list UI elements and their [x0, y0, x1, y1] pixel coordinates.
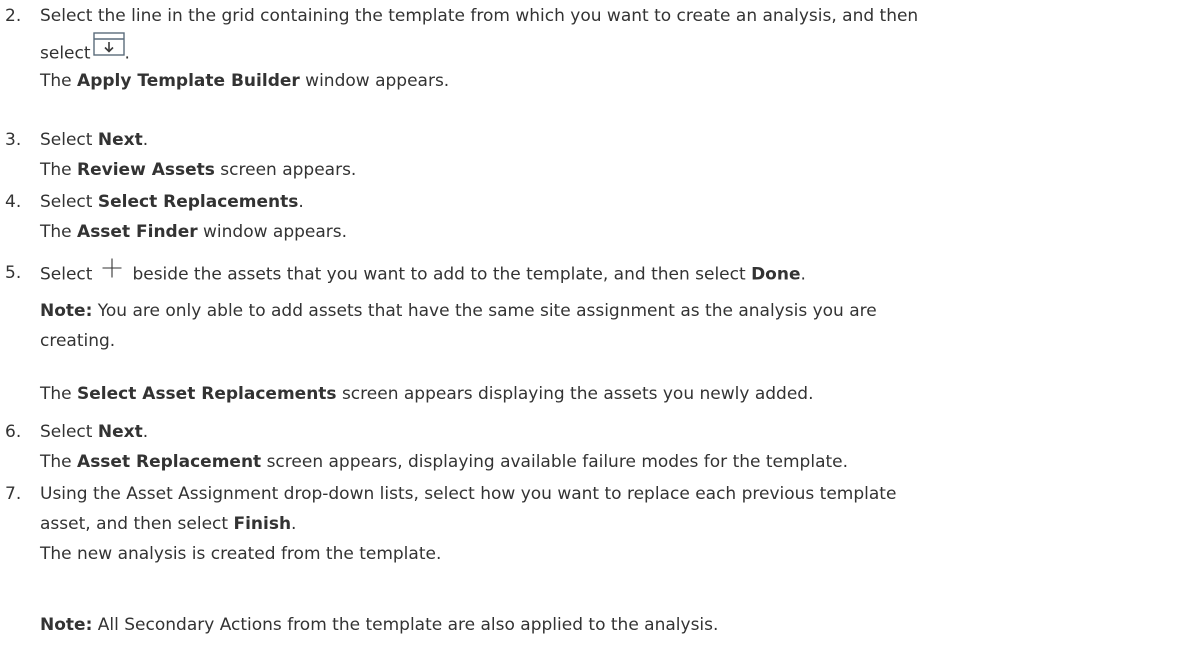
step-text: select	[40, 43, 91, 64]
step-text: Select	[40, 422, 98, 442]
note-label: Note:	[40, 615, 93, 635]
result-text: screen appears, displaying available fai…	[261, 452, 849, 472]
step-instruction: Select the line in the grid containing t…	[40, 6, 919, 26]
step-result: The Review Assets screen appears.	[40, 158, 1180, 182]
step-text: .	[291, 514, 297, 534]
note-line: Note: All Secondary Actions from the tem…	[40, 613, 1180, 637]
note-label: Note:	[40, 301, 93, 321]
ui-term: Done	[751, 264, 801, 285]
step-number: 5.	[5, 263, 22, 283]
ui-term: Asset Finder	[77, 222, 198, 242]
step-body: Select the line in the grid containing t…	[40, 4, 1180, 93]
result-text: screen appears displaying the assets you…	[336, 384, 814, 404]
result-text: window appears.	[197, 222, 348, 242]
step-number: 7.	[5, 484, 22, 504]
step-text: .	[124, 43, 130, 64]
step-instruction: Select Select Replacements.	[40, 190, 1180, 214]
step-text: .	[298, 192, 304, 212]
result-text: The	[40, 71, 78, 91]
export-to-grid-icon	[92, 32, 125, 63]
step-instruction: Using the Asset Assignment drop-down lis…	[40, 484, 897, 504]
step-text: Select	[40, 130, 98, 150]
result-text: The	[40, 222, 78, 242]
procedure-steps: 2. Select the line in the grid containin…	[0, 0, 1190, 655]
step-text: .	[800, 264, 806, 285]
step-number: 6.	[5, 422, 22, 442]
note-line: creating.	[40, 331, 116, 351]
ui-term: Asset Replacement	[77, 452, 262, 472]
step-result: The Apply Template Builder window appear…	[40, 69, 1180, 93]
result-text: The	[40, 384, 78, 404]
result-line: The Select Asset Replacements screen app…	[40, 382, 1180, 406]
ui-term: Review Assets	[77, 160, 215, 180]
step-instruction-continued: asset, and then select Finish.	[40, 512, 1180, 536]
result-text: window appears.	[299, 71, 450, 91]
step-instruction: Select Next.	[40, 128, 1180, 152]
step-text: asset, and then select	[40, 514, 234, 534]
step-instruction-continued: select.	[40, 32, 1180, 69]
result-text: The	[40, 160, 78, 180]
ui-term: Select Asset Replacements	[77, 384, 337, 404]
step-text: .	[142, 130, 149, 150]
ui-term: Finish	[233, 514, 292, 534]
step-text: .	[142, 422, 149, 442]
note: Note: You are only able to add assets th…	[40, 299, 1180, 353]
step-body: Select beside the assets that you want to…	[40, 258, 1180, 288]
ui-term: Select Replacements	[97, 192, 299, 212]
step-instruction: Select beside the assets that you want to…	[40, 258, 1180, 288]
step-result: The Asset Finder window appears.	[40, 220, 1180, 244]
step-result: The Select Asset Replacements screen app…	[40, 382, 1180, 406]
step-body: Select Select Replacements. The Asset Fi…	[40, 190, 1180, 244]
ui-term: Next	[97, 130, 143, 150]
note: Note: All Secondary Actions from the tem…	[40, 613, 1180, 637]
note-line: Note: You are only able to add assets th…	[40, 299, 1180, 323]
plus-icon	[102, 258, 122, 285]
result-text: The	[40, 452, 78, 472]
step-number: 2.	[5, 6, 22, 26]
step-number: 3.	[5, 130, 22, 150]
step-result: The new analysis is created from the tem…	[40, 544, 442, 564]
step-number: 4.	[5, 192, 22, 212]
step-text: beside the assets that you want to add t…	[132, 264, 752, 285]
step-body: Select Next. The Review Assets screen ap…	[40, 128, 1180, 182]
step-body: Select Next. The Asset Replacement scree…	[40, 420, 1180, 474]
step-result: The Asset Replacement screen appears, di…	[40, 450, 1180, 474]
note-text: You are only able to add assets that hav…	[92, 301, 877, 321]
ui-term: Next	[97, 422, 143, 442]
step-text: Select	[40, 192, 98, 212]
step-body: Using the Asset Assignment drop-down lis…	[40, 482, 1180, 566]
result-text: screen appears.	[214, 160, 357, 180]
note-text: All Secondary Actions from the template …	[92, 615, 719, 635]
ui-term: Apply Template Builder	[77, 71, 300, 91]
step-text: Select	[40, 264, 93, 285]
step-instruction: Select Next.	[40, 420, 1180, 444]
